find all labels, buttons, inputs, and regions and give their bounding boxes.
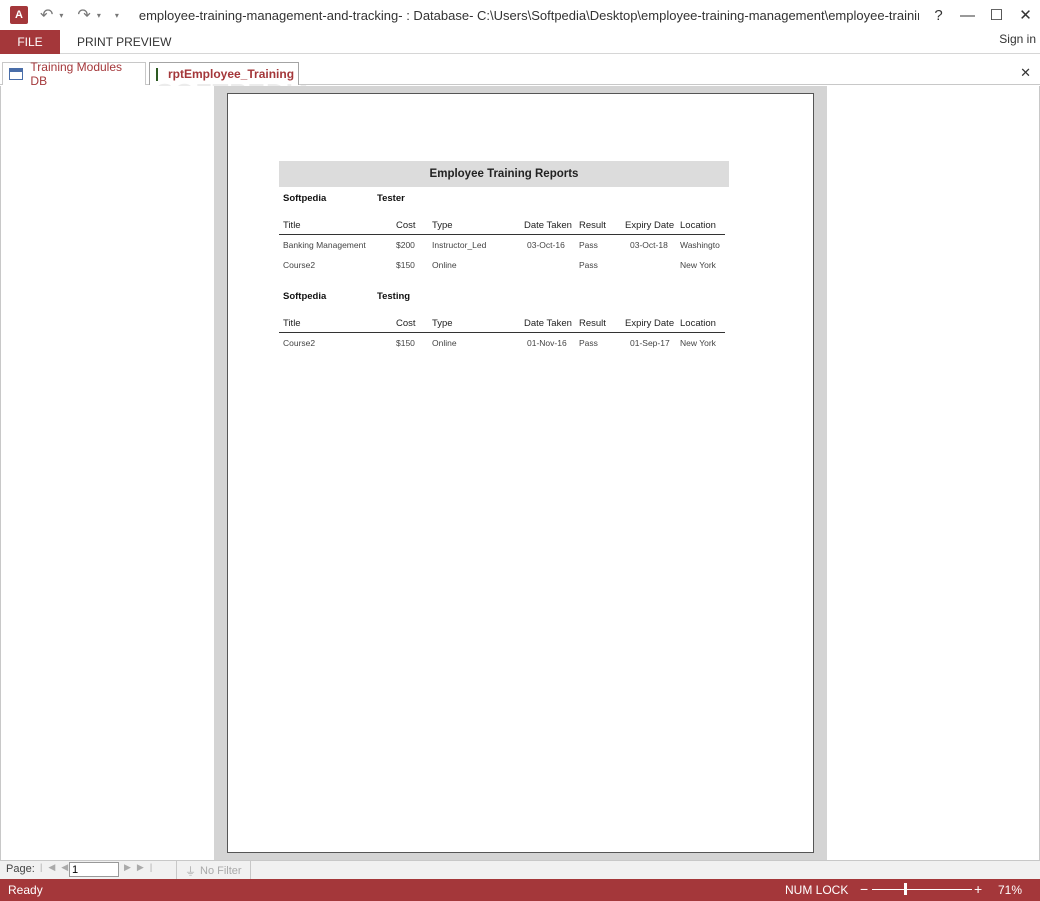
col-location: Location [680,318,716,329]
zoom-slider-thumb[interactable] [904,883,907,895]
table-row: Banking Management $200 Instructor_Led 0… [279,235,729,255]
col-expiry-date: Expiry Date [625,220,675,231]
maximize-button[interactable]: ☐ [982,6,1011,24]
doc-tab-training-modules-db[interactable]: Training Modules DB [2,60,146,88]
table-row: Course2 $150 Online 01-Nov-16 Pass 01-Se… [279,333,729,353]
col-location: Location [680,220,716,231]
next-page-icon[interactable]: ▶ [124,862,137,872]
sign-in-link[interactable]: Sign in [999,32,1036,46]
cell-result: Pass [579,260,598,270]
group-header: Softpedia Tester [279,187,729,209]
nav-next-last-buttons[interactable]: ▶▶| [124,862,158,873]
window-title: employee-training-management-and-trackin… [138,7,919,23]
customize-toolbar-icon[interactable]: ▾ [115,11,119,20]
cell-date-taken: 01-Nov-16 [527,338,567,348]
table-row: Course2 $150 Online Pass New York [279,255,729,275]
cell-location: Washingto [680,240,720,250]
col-title: Title [283,220,301,231]
col-date-taken: Date Taken [524,220,572,231]
cell-result: Pass [579,338,598,348]
cell-result: Pass [579,240,598,250]
report-group: Softpedia Testing Title Cost Type Date T… [279,285,729,353]
cell-cost: $150 [396,260,415,270]
cell-title: Course2 [283,260,316,270]
group-role: Testing [377,291,411,302]
access-icon[interactable]: A [10,6,28,24]
col-date-taken: Date Taken [524,318,572,329]
page-label: Page: [6,863,35,875]
cell-cost: $150 [396,338,415,348]
status-ready: Ready [8,883,43,897]
close-button[interactable]: ✕ [1011,6,1040,24]
close-document-icon[interactable]: ✕ [1020,65,1031,81]
cell-type: Online [432,260,457,270]
cell-location: New York [680,260,716,270]
col-result: Result [579,220,606,231]
cell-title: Course2 [283,338,316,348]
cell-location: New York [680,338,716,348]
form-icon [9,68,24,80]
col-expiry-date: Expiry Date [625,318,675,329]
report-title: Employee Training Reports [279,161,729,187]
tab-print-preview[interactable]: PRINT PREVIEW [77,30,171,54]
undo-icon[interactable]: ↶ [40,5,53,25]
title-bar: A ↶ ▾ ↷ ▾ ▾ employee-training-management-a… [0,0,1040,30]
quick-access-toolbar: ↶ ▾ ↷ ▾ ▾ [40,5,133,25]
window-controls: ? — ☐ ✕ [924,0,1040,30]
status-bar: Ready NUM LOCK − + 71% [0,879,1040,901]
column-headers: Title Cost Type Date Taken Result Expiry… [279,217,725,235]
group-company: Softpedia [283,193,327,204]
zoom-slider[interactable] [872,889,972,890]
zoom-out-icon[interactable]: − [860,881,868,897]
record-navigation-bar: Page: |◀◀ ▶▶| ⏚ No Filter [0,860,1040,879]
cell-date-taken: 03-Oct-16 [527,240,565,250]
col-cost: Cost [396,318,416,329]
cell-type: Instructor_Led [432,240,487,250]
col-result: Result [579,318,606,329]
print-preview-area: Employee Training Reports Softpedia Test… [0,86,1040,860]
last-page-icon[interactable]: ▶| [137,862,158,872]
group-role: Tester [377,193,405,204]
num-lock-indicator: NUM LOCK [785,883,849,897]
col-type: Type [432,220,453,231]
column-headers: Title Cost Type Date Taken Result Expiry… [279,315,725,333]
first-page-icon[interactable]: |◀ [40,862,61,872]
filter-icon: ⏚ [185,865,196,878]
group-header: Softpedia Testing [279,285,729,307]
report-page: Employee Training Reports Softpedia Test… [227,93,814,853]
filter-toggle[interactable]: ⏚ No Filter [176,861,251,879]
undo-dropdown-icon[interactable]: ▾ [59,11,63,20]
redo-dropdown-icon[interactable]: ▾ [97,11,101,20]
cell-expiry: 03-Oct-18 [630,240,668,250]
col-cost: Cost [396,220,416,231]
cell-type: Online [432,338,457,348]
group-company: Softpedia [283,291,327,302]
help-icon[interactable]: ? [924,7,953,24]
report-group: Softpedia Tester Title Cost Type Date Ta… [279,187,729,275]
page-number-input[interactable] [69,862,119,877]
col-type: Type [432,318,453,329]
report: Employee Training Reports Softpedia Test… [279,161,729,353]
ribbon: FILE PRINT PREVIEW Sign in [0,30,1040,54]
filter-label: No Filter [200,864,242,877]
cell-cost: $200 [396,240,415,250]
cell-expiry: 01-Sep-17 [630,338,670,348]
redo-icon[interactable]: ↷ [77,5,90,25]
zoom-in-icon[interactable]: + [974,881,982,897]
zoom-level[interactable]: 71% [998,883,1022,897]
minimize-button[interactable]: — [953,7,982,24]
doc-tab-label: Training Modules DB [30,60,123,88]
tab-file[interactable]: FILE [0,30,60,54]
cell-title: Banking Management [283,240,366,250]
col-title: Title [283,318,301,329]
